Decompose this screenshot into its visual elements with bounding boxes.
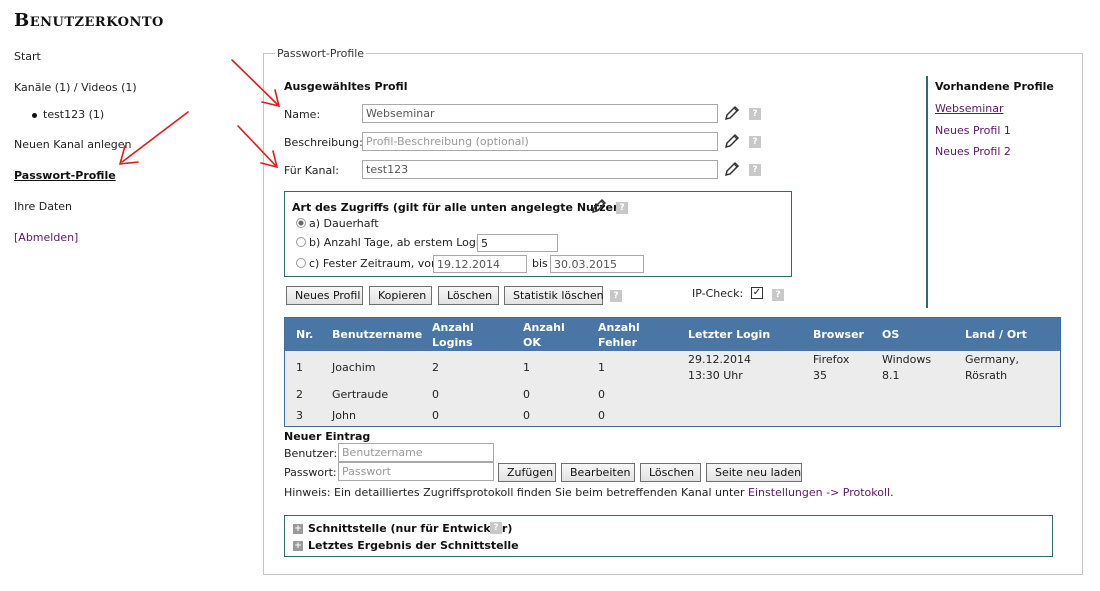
description-label: Beschreibung: (284, 136, 363, 149)
col-username: Benutzername (332, 328, 423, 341)
col-nr: Nr. (296, 328, 314, 341)
col-last-login: Letzter Login (688, 328, 771, 341)
existing-profiles-heading: Vorhandene Profile (935, 80, 1054, 93)
help-icon[interactable]: ? (490, 522, 502, 534)
table-cell: 3 (296, 409, 303, 422)
table-cell: Windows 8.1 (882, 353, 932, 382)
protocol-link[interactable]: Einstellungen -> Protokoll (748, 486, 890, 499)
plus-icon[interactable]: + (293, 541, 303, 551)
col-os: OS (882, 328, 900, 341)
period-from-input[interactable] (433, 255, 527, 273)
col-errors: Anzahl Fehler (598, 321, 640, 349)
copy-button[interactable]: Kopieren (369, 286, 432, 305)
table-cell: 29.12.2014 13:30 Uhr (688, 353, 751, 382)
ip-check-checkbox[interactable]: ✓ (751, 287, 763, 299)
col-country: Land / Ort (965, 328, 1027, 341)
nav-channel-item-label: test123 (1) (43, 108, 105, 121)
option-c-label: c) Fester Zeitraum, vom (309, 257, 442, 270)
help-icon[interactable]: ? (749, 164, 761, 176)
profile-link-webseminar[interactable]: Webseminar (935, 102, 1004, 115)
username-input[interactable] (338, 443, 494, 462)
col-ok: Anzahl OK (523, 321, 565, 349)
plus-icon[interactable]: + (293, 524, 303, 534)
profile-link-new-2[interactable]: Neues Profil 2 (935, 145, 1011, 158)
last-result-toggle[interactable]: Letztes Ergebnis der Schnittstelle (308, 539, 519, 552)
page-title: Benutzerkonto (14, 10, 164, 31)
table-cell: Firefox 35 (813, 353, 850, 382)
channel-label: Für Kanal: (284, 164, 339, 177)
days-input[interactable] (477, 234, 558, 252)
pencil-icon[interactable] (723, 132, 741, 150)
password-input[interactable] (338, 462, 494, 481)
channel-input[interactable] (362, 160, 718, 179)
table-cell: 0 (523, 388, 530, 401)
edit-user-button[interactable]: Bearbeiten (561, 463, 635, 482)
panel-legend: Passwort-Profile (275, 47, 367, 60)
clear-stats-button[interactable]: Statistik löschen (504, 286, 604, 305)
radio-fixed-period[interactable] (296, 258, 306, 268)
pencil-icon[interactable] (590, 197, 608, 215)
new-profile-button[interactable]: Neues Profil (286, 286, 363, 305)
help-icon[interactable]: ? (616, 202, 628, 214)
table-cell: John (332, 409, 356, 422)
ip-check-label: IP-Check: (692, 287, 744, 300)
col-logins: Anzahl Logins (432, 321, 474, 349)
bullet-icon (32, 112, 37, 118)
delete-user-button[interactable]: Löschen (640, 463, 701, 482)
radio-permanent[interactable] (296, 218, 306, 228)
password-label: Passwort: (284, 466, 337, 479)
users-table: Nr. Benutzername Anzahl Logins Anzahl OK A… (284, 317, 1061, 427)
table-cell: 0 (598, 388, 605, 401)
table-cell: Gertraude (332, 388, 389, 401)
description-input[interactable] (362, 132, 718, 151)
nav-start[interactable]: Start (14, 50, 41, 63)
help-icon[interactable]: ? (772, 289, 784, 301)
profiles-divider (926, 76, 928, 308)
access-heading: Art des Zugriffs (gilt für alle unten an… (292, 201, 624, 214)
new-entry-heading: Neuer Eintrag (284, 430, 371, 443)
pencil-icon[interactable] (723, 104, 741, 122)
nav-your-data[interactable]: Ihre Daten (14, 200, 72, 213)
help-icon[interactable]: ? (749, 136, 761, 148)
table-cell: 1 (523, 361, 530, 374)
period-to-input[interactable] (550, 255, 644, 273)
table-cell: 0 (432, 388, 439, 401)
option-a-label: a) Dauerhaft (309, 217, 379, 230)
option-b-label: b) Anzahl Tage, ab erstem Login (309, 236, 486, 249)
table-cell: 0 (432, 409, 439, 422)
radio-days[interactable] (296, 237, 306, 247)
pencil-icon[interactable] (723, 160, 741, 178)
selected-profile-heading: Ausgewähltes Profil (284, 80, 408, 93)
name-label: Name: (284, 108, 321, 121)
table-cell: Joachim (332, 361, 376, 374)
delete-profile-button[interactable]: Löschen (438, 286, 499, 305)
nav-channel-item[interactable]: test123 (1) (32, 108, 104, 121)
until-label: bis (532, 257, 548, 270)
table-cell: 1 (598, 361, 605, 374)
table-cell: 1 (296, 361, 303, 374)
help-icon[interactable]: ? (610, 290, 622, 302)
profile-link-new-1[interactable]: Neues Profil 1 (935, 124, 1011, 137)
hint-text: Hinweis: Ein detailliertes Zugriffsproto… (284, 486, 894, 499)
table-cell: 2 (296, 388, 303, 401)
nav-logout[interactable]: [Abmelden] (14, 231, 78, 244)
help-icon[interactable]: ? (749, 108, 761, 120)
nav-channels[interactable]: Kanäle (1) / Videos (1) (14, 81, 137, 94)
table-cell: 2 (432, 361, 439, 374)
col-browser: Browser (813, 328, 864, 341)
table-cell: Germany, Rösrath (965, 353, 1020, 382)
nav-password-profiles[interactable]: Passwort-Profile (14, 169, 116, 182)
table-cell: 0 (598, 409, 605, 422)
user-label: Benutzer: (284, 447, 338, 460)
nav-new-channel[interactable]: Neuen Kanal anlegen (14, 138, 132, 151)
interface-toggle[interactable]: Schnittstelle (nur für Entwickler) (308, 522, 512, 535)
table-cell: 0 (523, 409, 530, 422)
reload-page-button[interactable]: Seite neu laden (706, 463, 802, 482)
annotation-arrow (121, 111, 189, 163)
add-user-button[interactable]: Zufügen (498, 463, 556, 482)
name-input[interactable] (362, 104, 718, 123)
